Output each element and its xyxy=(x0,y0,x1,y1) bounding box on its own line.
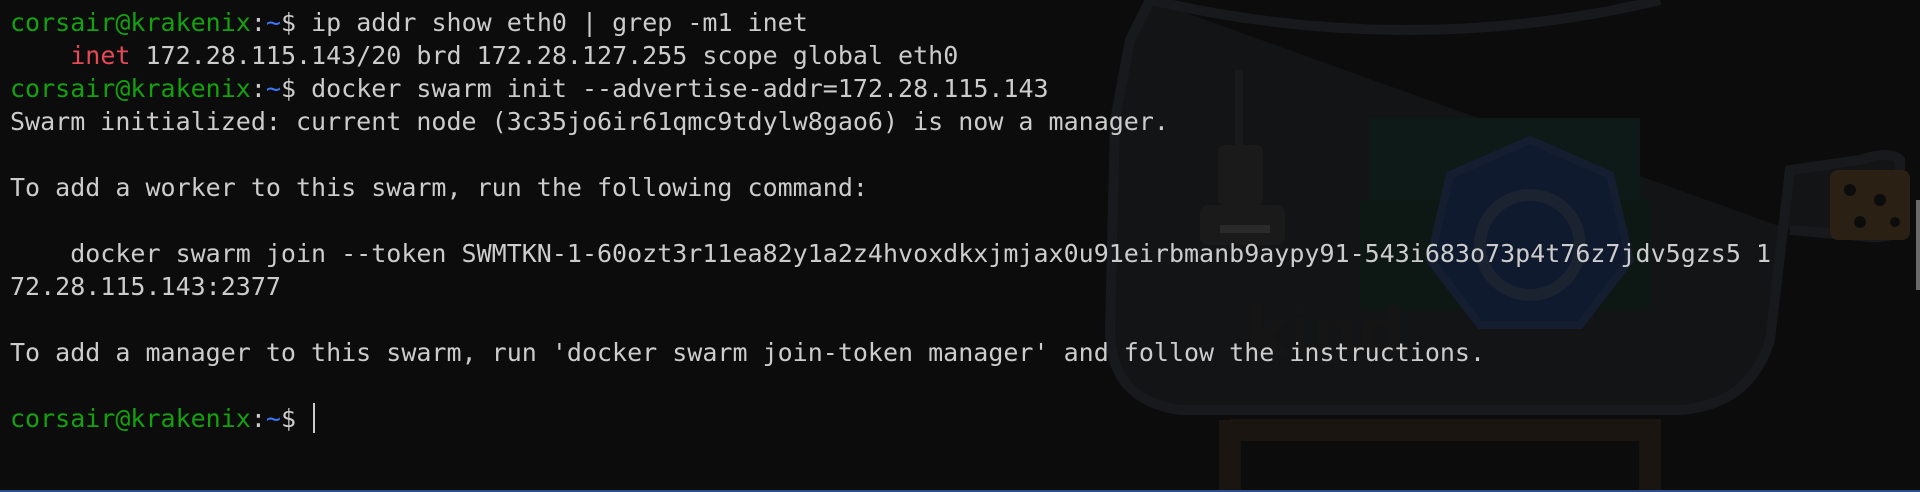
terminal-output: corsair@krakenix:~$ ip addr show eth0 | … xyxy=(10,6,1771,435)
prompt-path: ~ xyxy=(265,8,281,37)
output-line: docker swarm join --token SWMTKN-1-60ozt… xyxy=(10,237,1771,270)
prompt-user-host: corsair@krakenix xyxy=(10,8,251,37)
prompt-line: corsair@krakenix:~$ xyxy=(10,402,1771,435)
output-text: Swarm initialized: current node (3c35jo6… xyxy=(10,107,1169,136)
prompt-symbol: $ xyxy=(280,74,312,103)
inet-details: 172.28.115.143/20 brd 172.28.127.255 sco… xyxy=(130,41,959,70)
output-line: 72.28.115.143:2377 xyxy=(10,270,1771,303)
command-text: docker swarm init --advertise-addr=172.2… xyxy=(311,74,1049,103)
terminal-window[interactable]: kind corsair@krakenix:~$ ip addr show et… xyxy=(0,0,1920,492)
scrollbar-thumb[interactable] xyxy=(1916,200,1920,290)
prompt-separator: : xyxy=(250,404,266,433)
command-text: ip addr show eth0 | grep -m1 inet xyxy=(311,8,808,37)
prompt-user-host: corsair@krakenix xyxy=(10,74,251,103)
cork-shape xyxy=(1830,170,1910,240)
output-line: To add a worker to this swarm, run the f… xyxy=(10,171,1771,204)
prompt-path: ~ xyxy=(265,74,281,103)
output-text: To add a manager to this swarm, run 'doc… xyxy=(10,338,1486,367)
prompt-line: corsair@krakenix:~$ ip addr show eth0 | … xyxy=(10,6,1771,39)
prompt-symbol: $ xyxy=(280,404,312,433)
inet-output-line: inet 172.28.115.143/20 brd 172.28.127.25… xyxy=(10,39,1771,72)
inet-keyword: inet xyxy=(70,41,131,70)
prompt-path: ~ xyxy=(265,404,281,433)
output-line: Swarm initialized: current node (3c35jo6… xyxy=(10,105,1771,138)
prompt-separator: : xyxy=(250,74,266,103)
output-text: 72.28.115.143:2377 xyxy=(10,272,281,301)
prompt-separator: : xyxy=(250,8,266,37)
output-text: To add a worker to this swarm, run the f… xyxy=(10,173,868,202)
prompt-user-host: corsair@krakenix xyxy=(10,404,251,433)
output-text: docker swarm join --token SWMTKN-1-60ozt… xyxy=(10,239,1771,268)
output-line: To add a manager to this swarm, run 'doc… xyxy=(10,336,1771,369)
text-cursor[interactable] xyxy=(313,403,316,433)
prompt-line: corsair@krakenix:~$ docker swarm init --… xyxy=(10,72,1771,105)
prompt-symbol: $ xyxy=(280,8,312,37)
